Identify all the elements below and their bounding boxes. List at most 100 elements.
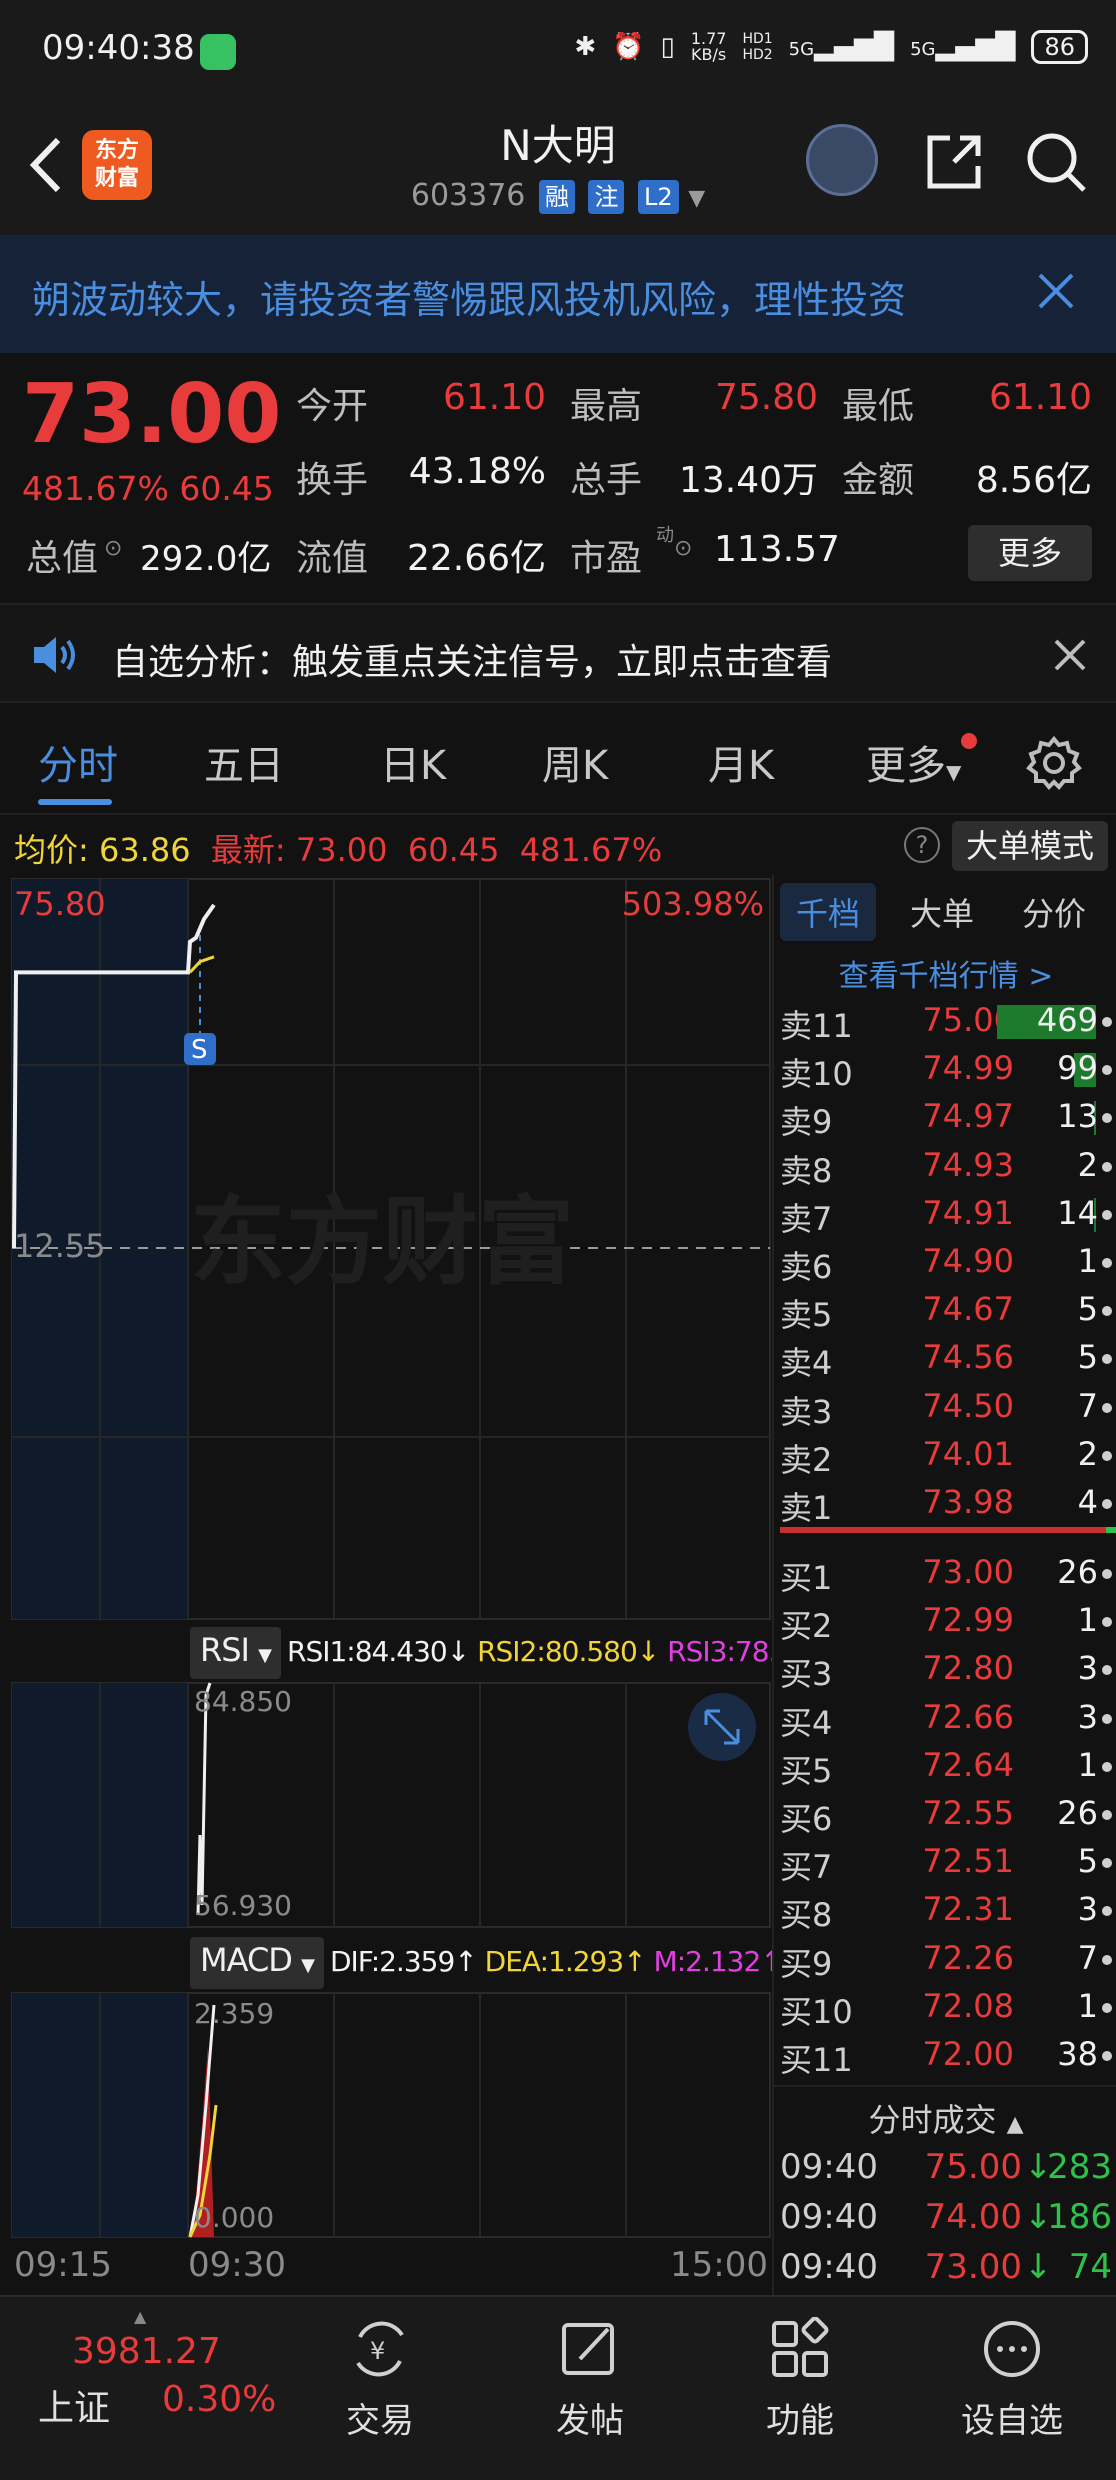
ask-row[interactable]: 卖8 74.93 2 xyxy=(774,1140,1116,1190)
bid-volume: 38 xyxy=(1057,2035,1098,2073)
ask-row[interactable]: 卖11 75.00 469 xyxy=(774,995,1116,1045)
nav-post[interactable]: 发帖 xyxy=(520,2317,660,2442)
watermark: 东方财富 xyxy=(190,1186,574,1298)
ask-volume: 7 xyxy=(1077,1386,1098,1425)
nav-functions[interactable]: 功能 xyxy=(730,2317,870,2442)
tag-margin[interactable]: 融 xyxy=(538,180,575,214)
bid-price: 73.00 xyxy=(922,1553,1014,1591)
index-name[interactable]: 上证 xyxy=(38,2379,110,2431)
bid-row[interactable]: 买10 72.08 1 xyxy=(774,1981,1116,2031)
tab-large-orders[interactable]: 大单 xyxy=(910,889,974,935)
bid-row[interactable]: 买1 73.00 26 xyxy=(774,1547,1116,1597)
analysis-notice[interactable]: 自选分析：触发重点关注信号，立即点击查看 xyxy=(0,603,1116,703)
bid-volume: 3 xyxy=(1077,1890,1098,1929)
index-change[interactable]: 0.30% xyxy=(162,2379,276,2420)
nav-trade[interactable]: ¥ 交易 xyxy=(310,2317,450,2442)
speaker-icon xyxy=(34,637,75,673)
large-order-mode-button[interactable]: 大单模式 xyxy=(952,821,1108,871)
tab-monthly-k[interactable]: 月K xyxy=(708,733,774,791)
tab-price-distribution[interactable]: 分价 xyxy=(1022,889,1086,935)
bid-row[interactable]: 买8 72.31 3 xyxy=(774,1884,1116,1934)
index-value[interactable]: 3981.27 xyxy=(72,2331,221,2372)
search-icon[interactable] xyxy=(1024,130,1088,194)
close-icon[interactable] xyxy=(1036,271,1076,311)
ask-row-dot xyxy=(1102,1065,1112,1076)
ask-row[interactable]: 卖2 74.01 2 xyxy=(774,1429,1116,1479)
ask-level-label: 卖11 xyxy=(780,1007,853,1045)
trade-icon: ¥ xyxy=(356,2321,404,2377)
hd-badge: HD1 HD2 xyxy=(742,31,773,63)
bid-row[interactable]: 买6 72.55 26 xyxy=(774,1788,1116,1838)
bid-row[interactable]: 买7 72.51 5 xyxy=(774,1836,1116,1886)
ask-price: 74.56 xyxy=(922,1338,1014,1377)
time-sales-header[interactable]: 分时成交 ▲ xyxy=(774,2085,1116,2141)
ask-volume: 2 xyxy=(1077,1434,1098,1473)
rsi-selector[interactable]: RSI ▼ xyxy=(190,1627,281,1679)
ask-row-dot xyxy=(1102,1306,1112,1317)
ask-price: 75.00 xyxy=(922,1001,1014,1039)
bid-price: 72.64 xyxy=(922,1745,1014,1784)
turnover-label: 换手 xyxy=(296,460,369,501)
tab-five-day[interactable]: 五日 xyxy=(204,733,284,791)
bid-row[interactable]: 买2 72.99 1 xyxy=(774,1595,1116,1645)
close-icon[interactable] xyxy=(1052,637,1088,673)
more-button[interactable]: 更多 xyxy=(968,525,1092,581)
tab-thousand-levels[interactable]: 千档 xyxy=(780,883,877,941)
bid-row[interactable]: 买9 72.26 7 xyxy=(774,1933,1116,1983)
share-icon[interactable] xyxy=(924,132,984,192)
tag-level2[interactable]: L2 xyxy=(638,180,679,214)
bid-volume: 1 xyxy=(1077,1601,1098,1640)
ask-level-label: 卖10 xyxy=(780,1055,853,1094)
signal-marker-label: S xyxy=(191,1035,208,1065)
nav-add-watchlist[interactable]: 设自选 xyxy=(942,2317,1082,2442)
nav-post-label: 发帖 xyxy=(556,2401,624,2441)
price-change: 481.67% 60.45 xyxy=(22,469,274,508)
ask-row[interactable]: 卖3 74.50 7 xyxy=(774,1381,1116,1431)
ask-level-label: 卖3 xyxy=(780,1392,833,1431)
ask-row[interactable]: 卖6 74.90 1 xyxy=(774,1236,1116,1286)
bid-row[interactable]: 买11 72.00 38 xyxy=(774,2029,1116,2079)
ask-row[interactable]: 卖1 73.98 4 xyxy=(774,1477,1116,1527)
robot-assistant-icon[interactable] xyxy=(806,124,878,196)
ask-level-label: 卖4 xyxy=(780,1344,833,1383)
intraday-chart-svg[interactable]: 东方财富 S xyxy=(0,875,772,2295)
ask-row[interactable]: 卖7 74.91 14 xyxy=(774,1188,1116,1238)
bid-row[interactable]: 买3 72.80 3 xyxy=(774,1643,1116,1693)
tag-registered[interactable]: 注 xyxy=(588,180,625,214)
ask-row-dot xyxy=(1102,1354,1112,1365)
nav-trade-label: 交易 xyxy=(346,2401,414,2441)
ask-volume: 13 xyxy=(1057,1097,1098,1136)
bid-volume: 1 xyxy=(1077,1986,1098,2025)
ask-row-dot xyxy=(1102,1499,1112,1509)
bid-row[interactable]: 买5 72.64 1 xyxy=(774,1740,1116,1790)
ask-level-label: 卖6 xyxy=(780,1248,833,1286)
tab-intraday[interactable]: 分时 xyxy=(38,733,118,791)
bid-level-label: 买11 xyxy=(780,2041,853,2079)
info-circle-icon-pe[interactable]: ⊙ xyxy=(674,536,692,561)
tab-more[interactable]: 更多▼ xyxy=(866,733,961,791)
tab-daily-k[interactable]: 日K xyxy=(380,733,446,791)
ask-level-label: 卖5 xyxy=(780,1296,833,1335)
bid-price: 72.08 xyxy=(922,1986,1014,2025)
help-icon[interactable]: ? xyxy=(904,827,940,863)
tab-weekly-k[interactable]: 周K xyxy=(542,733,608,791)
net-speed: 1.77 KB/s xyxy=(690,29,727,64)
ask-row-dot xyxy=(1102,1258,1112,1268)
ask-row[interactable]: 卖10 74.99 99 xyxy=(774,1043,1116,1093)
info-circle-icon[interactable]: ⊙ xyxy=(104,536,122,561)
ask-level-label: 卖2 xyxy=(780,1440,833,1479)
ask-row-dot xyxy=(1102,1113,1112,1124)
trade-row: 09:40 73.00 ↓ 74 xyxy=(774,2241,1116,2293)
bid-row[interactable]: 买4 72.66 3 xyxy=(774,1692,1116,1742)
ask-row[interactable]: 卖4 74.56 5 xyxy=(774,1332,1116,1382)
chevron-down-icon[interactable]: ▼ xyxy=(688,186,705,211)
ask-row[interactable]: 卖5 74.67 5 xyxy=(774,1284,1116,1334)
ask-price: 74.91 xyxy=(922,1193,1014,1232)
macd-selector[interactable]: MACD ▼ xyxy=(190,1937,324,1989)
trade-price: 75.00 xyxy=(924,2147,1022,2187)
ask-level-label: 卖8 xyxy=(780,1151,833,1190)
gear-icon[interactable] xyxy=(1026,735,1082,791)
bid-level-label: 买1 xyxy=(780,1559,833,1597)
ask-row[interactable]: 卖9 74.97 13 xyxy=(774,1091,1116,1141)
view-thousand-levels-link[interactable]: 查看千档行情 > xyxy=(774,951,1116,995)
